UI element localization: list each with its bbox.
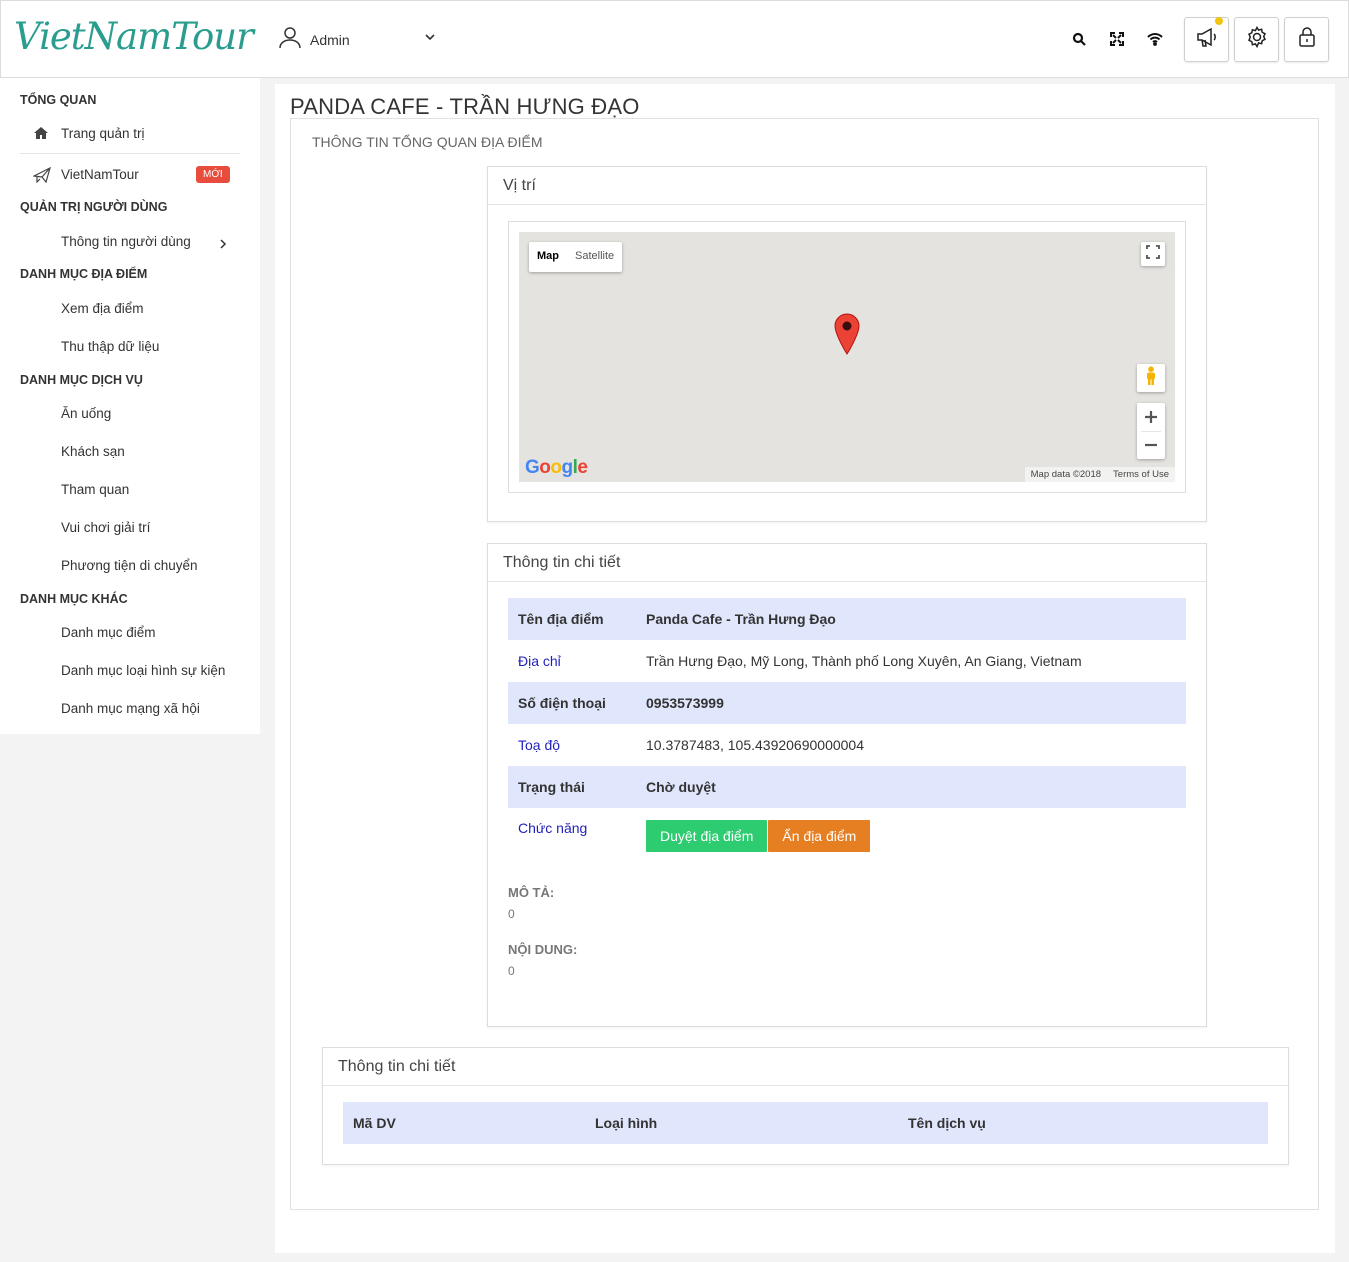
- table-row: Trạng thái Chờ duyệt: [508, 766, 1186, 808]
- announcements-button[interactable]: [1184, 17, 1229, 62]
- row-key-coordinates: Toạ độ: [518, 737, 561, 753]
- chevron-right-icon[interactable]: [219, 236, 227, 254]
- table-row: Số điện thoại 0953573999: [508, 682, 1186, 724]
- search-icon[interactable]: [1071, 31, 1087, 47]
- sidebar-item-entertainment[interactable]: Vui chơi giải trí: [61, 520, 150, 535]
- location-panel: Vị trí Map Satellite Google Map data ©20…: [487, 166, 1207, 522]
- detail-table: Tên địa điểm Panda Cafe - Trần Hưng Đạo …: [508, 598, 1186, 864]
- row-value-phone: 0953573999: [636, 682, 1186, 724]
- row-value-status: Chờ duyệt: [636, 766, 1186, 808]
- table-header-row: Mã DV Loại hình Tên dịch vụ: [343, 1102, 1268, 1144]
- row-key-name: Tên địa điểm: [508, 598, 636, 640]
- sidebar-item-event-types[interactable]: Danh mục loại hình sự kiện: [61, 663, 225, 678]
- overview-title: THÔNG TIN TỔNG QUAN ĐỊA ĐIỂM: [312, 134, 543, 150]
- table-row: Địa chỉ Trần Hưng Đạo, Mỹ Long, Thành ph…: [508, 640, 1186, 682]
- gear-icon: [1246, 25, 1268, 53]
- row-value-address: Trần Hưng Đạo, Mỹ Long, Thành phố Long X…: [646, 653, 1082, 669]
- map-pin-icon[interactable]: [834, 313, 860, 360]
- pegman-icon: [1145, 365, 1157, 391]
- overview-box: THÔNG TIN TỔNG QUAN ĐỊA ĐIỂM Vị trí Map …: [290, 118, 1319, 1210]
- sidebar-item-transport[interactable]: Phương tiện di chuyển: [61, 558, 197, 573]
- logo[interactable]: VietNamTour: [14, 15, 254, 58]
- sidebar-section-overview: TỔNG QUAN: [20, 93, 97, 107]
- sidebar: TỔNG QUAN Trang quản trị VietNamTour MỚI…: [0, 78, 260, 734]
- description-value: 0: [508, 907, 515, 921]
- sidebar-divider: [20, 153, 240, 154]
- sidebar-item-social-networks[interactable]: Danh mục mạng xã hội: [61, 701, 200, 716]
- main-content: PANDA CAFE - TRẦN HƯNG ĐẠO THÔNG TIN TỔN…: [275, 84, 1335, 1253]
- row-key-status: Trạng thái: [508, 766, 636, 808]
- map-container: Map Satellite Google Map data ©2018 Term…: [508, 221, 1186, 493]
- sidebar-item-sightseeing[interactable]: Tham quan: [61, 482, 129, 497]
- wifi-icon[interactable]: [1147, 31, 1163, 47]
- google-logo: Google: [525, 457, 588, 478]
- sidebar-section-other: DANH MỤC KHÁC: [20, 592, 128, 606]
- sidebar-item-food[interactable]: Ăn uống: [61, 406, 111, 421]
- fullscreen-icon[interactable]: [1109, 31, 1125, 47]
- service-table: Mã DV Loại hình Tên dịch vụ: [343, 1102, 1268, 1144]
- row-value-coordinates: 10.3787483, 105.43920690000004: [646, 737, 864, 753]
- sidebar-section-services: DANH MỤC DỊCH VỤ: [20, 373, 143, 387]
- sidebar-item-collect-data[interactable]: Thu thập dữ liệu: [61, 339, 159, 354]
- zoom-out-icon[interactable]: [1145, 432, 1157, 459]
- home-icon: [33, 126, 49, 145]
- detail-panel: Thông tin chi tiết Tên địa điểm Panda Ca…: [487, 543, 1207, 1027]
- row-value-name: Panda Cafe - Trần Hưng Đạo: [636, 598, 1186, 640]
- page-title: PANDA CAFE - TRẦN HƯNG ĐẠO: [290, 94, 640, 119]
- row-value-actions: Duyệt địa điểm Ẩn địa điểm: [636, 808, 1186, 864]
- sidebar-item-point-categories[interactable]: Danh mục điểm: [61, 625, 156, 640]
- row-key-actions: Chức năng: [518, 820, 588, 836]
- content-label: NỘI DUNG:: [508, 942, 578, 957]
- chevron-down-icon[interactable]: [424, 30, 436, 48]
- map[interactable]: Map Satellite Google Map data ©2018 Term…: [519, 232, 1175, 482]
- user-menu[interactable]: Admin: [278, 25, 435, 54]
- zoom-control: [1137, 403, 1165, 459]
- map-type-control: Map Satellite: [529, 242, 623, 272]
- column-header-service-code[interactable]: Mã DV: [343, 1102, 585, 1144]
- sidebar-item-user-info[interactable]: Thông tin người dùng: [61, 234, 191, 249]
- zoom-in-icon[interactable]: [1145, 404, 1157, 431]
- lock-button[interactable]: [1284, 17, 1329, 62]
- service-panel: Thông tin chi tiết Mã DV Loại hình Tên d…: [322, 1047, 1289, 1165]
- sidebar-section-places: DANH MỤC ĐỊA ĐIỂM: [20, 267, 148, 281]
- content-value: 0: [508, 964, 515, 978]
- fullscreen-icon: [1146, 244, 1160, 264]
- row-key-address: Địa chỉ: [518, 653, 561, 669]
- map-type-satellite-button[interactable]: Satellite: [567, 242, 622, 272]
- megaphone-icon: [1196, 27, 1218, 52]
- approve-place-button[interactable]: Duyệt địa điểm: [646, 820, 768, 852]
- column-header-service-name[interactable]: Tên dịch vụ: [898, 1102, 1268, 1144]
- row-key-phone: Số điện thoại: [508, 682, 636, 724]
- new-badge: MỚI: [196, 166, 230, 183]
- location-panel-title: Vị trí: [488, 167, 1206, 205]
- settings-button[interactable]: [1234, 17, 1279, 62]
- terms-link[interactable]: Terms of Use: [1113, 469, 1169, 480]
- user-name: Admin: [310, 31, 350, 48]
- column-header-type[interactable]: Loại hình: [585, 1102, 898, 1144]
- notification-dot: [1215, 17, 1223, 25]
- sidebar-item-admin-home[interactable]: Trang quản trị: [61, 126, 145, 141]
- detail-panel-title: Thông tin chi tiết: [488, 544, 1206, 582]
- map-footer: Map data ©2018 Terms of Use: [1024, 467, 1175, 482]
- sidebar-item-view-places[interactable]: Xem địa điểm: [61, 301, 144, 316]
- sidebar-item-hotel[interactable]: Khách sạn: [61, 444, 125, 459]
- map-data-text: Map data ©2018: [1030, 469, 1102, 480]
- sidebar-section-users: QUẢN TRỊ NGƯỜI DÙNG: [20, 200, 168, 214]
- top-navbar: VietNamTour Admin: [0, 0, 1349, 78]
- service-panel-title: Thông tin chi tiết: [323, 1048, 1288, 1086]
- description-label: MÔ TẢ:: [508, 885, 555, 900]
- map-fullscreen-button[interactable]: [1141, 242, 1165, 266]
- paper-plane-icon: [31, 166, 51, 188]
- hide-place-button[interactable]: Ẩn địa điểm: [768, 820, 871, 852]
- table-row: Toạ độ 10.3787483, 105.43920690000004: [508, 724, 1186, 766]
- street-view-button[interactable]: [1137, 364, 1165, 392]
- lock-icon: [1298, 26, 1316, 53]
- table-row: Tên địa điểm Panda Cafe - Trần Hưng Đạo: [508, 598, 1186, 640]
- user-icon: [278, 25, 302, 54]
- table-row: Chức năng Duyệt địa điểm Ẩn địa điểm: [508, 808, 1186, 864]
- map-type-map-button[interactable]: Map: [529, 242, 567, 272]
- sidebar-item-vietnamtour[interactable]: VietNamTour: [61, 167, 139, 182]
